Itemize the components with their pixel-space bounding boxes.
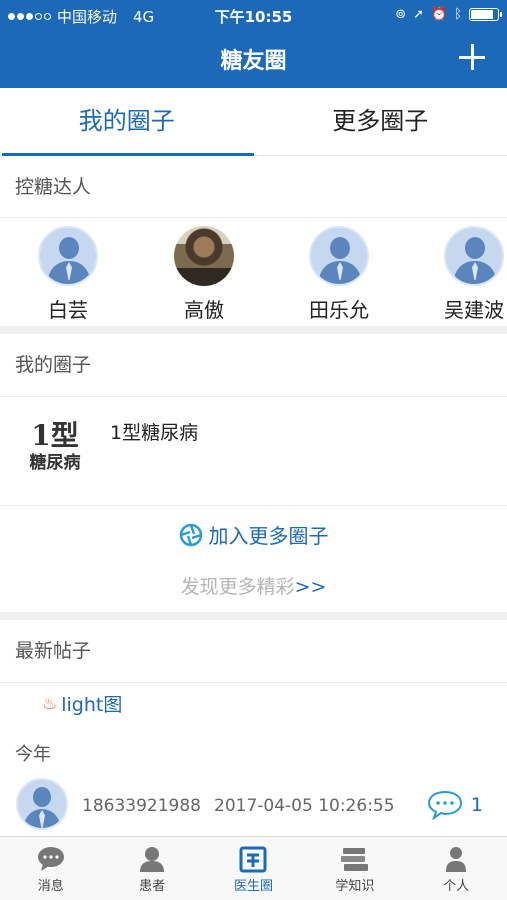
avatar[interactable] xyxy=(16,778,68,830)
post-timestamp: 2017-04-05 10:26:55 xyxy=(214,796,395,816)
discover-arrows: >> xyxy=(294,576,327,598)
flame-icon: ♨ xyxy=(42,693,58,714)
tab-profile[interactable]: 个人 xyxy=(406,837,507,900)
bluetooth-icon: ᛒ xyxy=(454,7,462,22)
experts-list: 白芸 高傲 田乐允 吴建波 xyxy=(0,218,507,326)
expert-name: 吴建波 xyxy=(444,298,504,322)
expert-item[interactable]: 吴建波 xyxy=(424,226,507,323)
tab-patients[interactable]: 患者 xyxy=(101,837,202,900)
battery-icon xyxy=(469,8,502,21)
bottom-tab-bar: 消息 患者 医生圈 学知识 个人 xyxy=(0,836,507,900)
join-more-circles-label: 加入更多圈子 xyxy=(208,524,329,548)
post-tag-link[interactable]: ♨ light图 xyxy=(42,690,122,717)
location-icon: ➚ xyxy=(413,7,424,22)
discover-more-link[interactable]: 发现更多精彩>> xyxy=(0,572,507,599)
post-item[interactable]: 18633921988 2017-04-05 10:26:55 1 xyxy=(0,776,507,836)
person-icon xyxy=(446,847,467,872)
post-tag-label: light图 xyxy=(61,694,123,716)
patient-icon xyxy=(140,847,165,872)
page-title: 糖友圈 xyxy=(220,49,287,74)
doctor-circle-icon xyxy=(239,846,267,873)
default-user-icon xyxy=(16,778,68,830)
tab-more-circles[interactable]: 更多圈子 xyxy=(254,88,507,155)
tab-doctor-circle[interactable]: 医生圈 xyxy=(203,837,304,900)
expert-name: 白芸 xyxy=(48,298,88,322)
divider xyxy=(0,682,507,683)
tab-label: 学知识 xyxy=(335,879,375,894)
circle-logo-line1: 1型 xyxy=(31,419,79,452)
expert-item[interactable]: 高傲 xyxy=(154,226,254,323)
comment-count: 1 xyxy=(470,794,483,816)
comment-icon xyxy=(427,790,462,820)
tab-label: 个人 xyxy=(443,879,470,894)
my-circles-section-title: 我的圈子 xyxy=(0,334,507,396)
tab-messages[interactable]: 消息 xyxy=(0,837,101,900)
circle-item[interactable]: 1型 糖尿病 1型糖尿病 xyxy=(0,398,507,504)
expert-item[interactable]: 田乐允 xyxy=(289,226,389,323)
join-more-circles-button[interactable]: 加入更多圈子 xyxy=(0,520,507,549)
rotation-lock-icon: ⊚ xyxy=(395,7,407,22)
tab-my-circles[interactable]: 我的圈子 xyxy=(0,88,254,156)
tab-label: 医生圈 xyxy=(233,879,273,894)
divider xyxy=(0,396,507,397)
comments-button[interactable]: 1 xyxy=(427,790,483,820)
default-user-icon xyxy=(444,226,504,286)
experts-section-title: 控糖达人 xyxy=(0,156,507,218)
circle-logo: 1型 糖尿病 xyxy=(14,420,96,474)
circle-logo-line2: 糖尿病 xyxy=(29,453,81,473)
status-bar: 中国移动 4G 下午10:55 ⊚ ➚ ⏰ ᛒ xyxy=(0,0,507,30)
circle-name: 1型糖尿病 xyxy=(110,422,199,444)
alarm-icon: ⏰ xyxy=(431,7,448,22)
tab-label: 患者 xyxy=(139,879,166,894)
divider xyxy=(0,505,507,506)
expert-name: 田乐允 xyxy=(309,298,369,322)
nav-bar: 糖友圈 xyxy=(0,30,507,88)
tab-learn[interactable]: 学知识 xyxy=(304,837,405,900)
circle-tabs: 我的圈子 更多圈子 xyxy=(0,88,507,156)
default-user-icon xyxy=(38,226,98,286)
chat-icon xyxy=(37,847,64,871)
expert-name: 高傲 xyxy=(184,298,224,322)
aperture-icon xyxy=(179,523,202,547)
section-gap xyxy=(0,326,507,334)
post-user: 18633921988 xyxy=(82,796,201,816)
default-user-icon xyxy=(309,226,369,286)
avatar xyxy=(174,226,234,286)
latest-posts-section-title: 最新帖子 xyxy=(0,620,507,682)
year-label: 今年 xyxy=(15,744,51,765)
tab-label: 消息 xyxy=(37,879,64,894)
add-icon[interactable] xyxy=(455,40,489,74)
books-icon xyxy=(340,848,368,871)
status-right: ⊚ ➚ ⏰ ᛒ xyxy=(395,7,502,22)
expert-item[interactable]: 白芸 xyxy=(18,226,118,323)
section-gap xyxy=(0,612,507,620)
discover-label: 发现更多精彩 xyxy=(180,576,295,598)
